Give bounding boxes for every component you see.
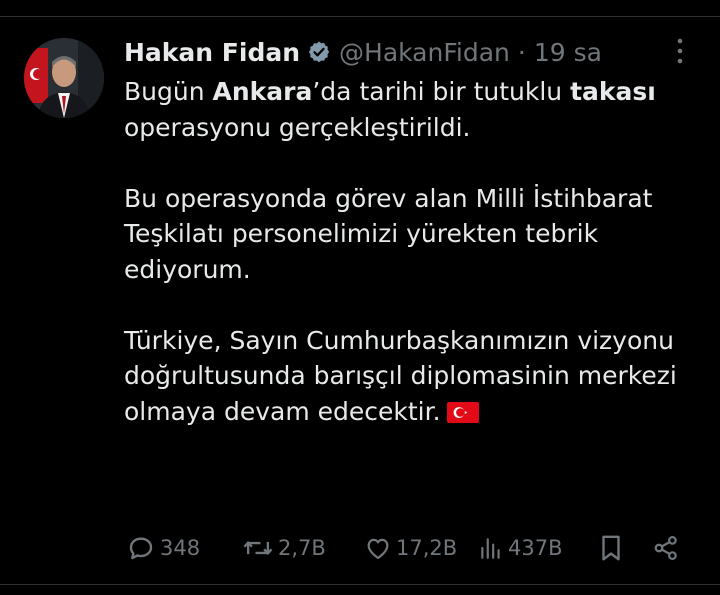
- tweet-text: Bugün Ankara’da tarihi bir tutuklu takas…: [124, 74, 704, 429]
- text-segment: operasyonu gerçekleştirildi.: [124, 112, 471, 142]
- text-segment: ’da tarihi bir tutuklu: [312, 77, 571, 106]
- tweet-actions: 348 2,7B 17,2B 437B: [0, 528, 720, 568]
- text-segment-bold[interactable]: Ankara: [213, 77, 313, 106]
- turkey-flag-emoji: [446, 397, 479, 423]
- bookmark-icon: [602, 535, 620, 561]
- views-icon: [481, 538, 500, 559]
- handle[interactable]: @HakanFidan: [339, 38, 510, 67]
- repost-icon: [243, 541, 273, 555]
- more-vertical-icon[interactable]: [668, 36, 692, 66]
- like-button[interactable]: 17,2B: [364, 528, 457, 568]
- tweet-paragraph: Bu operasyonda görev alan Milli İstihbar…: [124, 181, 704, 288]
- like-count: 17,2B: [396, 536, 458, 560]
- timestamp[interactable]: 19 sa: [534, 38, 602, 67]
- repost-button[interactable]: 2,7B: [242, 528, 326, 568]
- reply-icon: [129, 537, 153, 560]
- text-segment: Bugün: [124, 77, 213, 106]
- text-segment: Bu operasyonda görev alan Milli İstihbar…: [124, 183, 653, 284]
- avatar[interactable]: [24, 38, 104, 118]
- time-separator: ·: [517, 37, 526, 67]
- verified-badge-icon: [307, 40, 331, 64]
- bottom-divider: [0, 584, 720, 585]
- reply-button[interactable]: 348: [126, 528, 200, 568]
- tweet-paragraph: Bugün Ankara’da tarihi bir tutuklu takas…: [124, 74, 704, 145]
- avatar-image: [24, 38, 104, 118]
- bookmark-button[interactable]: [598, 528, 624, 568]
- share-icon: [654, 536, 677, 560]
- tweet-paragraph: Türkiye, Sayın Cumhurbaşkanımızın vizyon…: [124, 323, 704, 430]
- tweet-header: Hakan Fidan @HakanFidan · 19 sa: [124, 34, 602, 70]
- views-button[interactable]: 437B: [478, 528, 563, 568]
- views-count: 437B: [508, 536, 563, 560]
- repost-count: 2,7B: [278, 536, 326, 560]
- text-segment-bold: takası: [570, 77, 656, 106]
- heart-icon: [367, 538, 389, 560]
- top-divider: [0, 16, 720, 17]
- reply-count: 348: [160, 536, 201, 560]
- display-name[interactable]: Hakan Fidan: [124, 38, 300, 67]
- share-button[interactable]: [652, 528, 680, 568]
- text-segment: Türkiye, Sayın Cumhurbaşkanımızın vizyon…: [124, 325, 677, 426]
